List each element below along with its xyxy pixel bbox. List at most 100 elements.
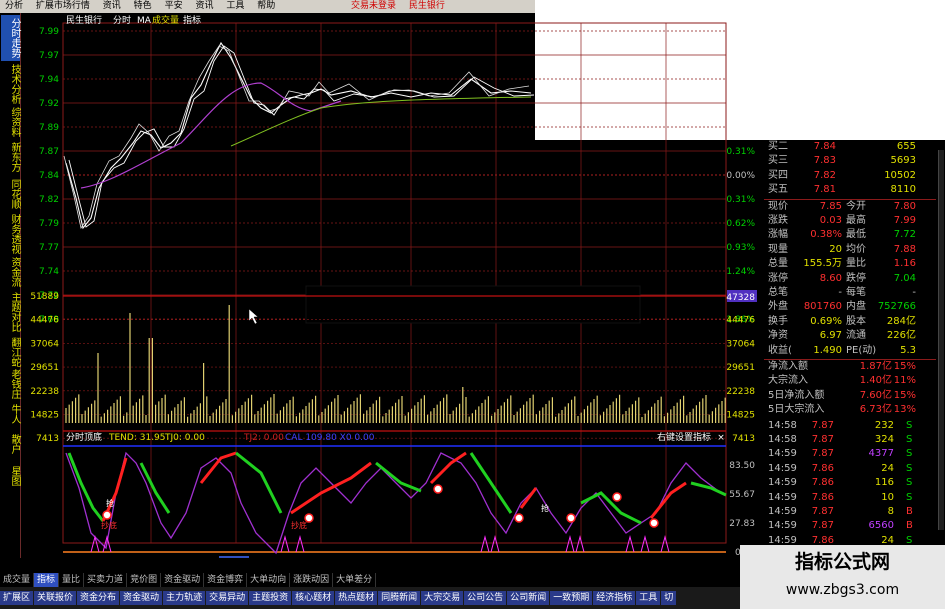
- menu-item[interactable]: 平安: [160, 0, 188, 13]
- buy-label: 抄底: [291, 520, 307, 530]
- watermark: 指标公式网 www.zbgs3.com: [740, 545, 945, 609]
- stat-label: 内盘: [846, 301, 866, 313]
- indicator-tab[interactable]: 涨跌动因: [290, 573, 334, 587]
- stat-value: 155.5万: [803, 258, 842, 270]
- info-tab[interactable]: 热点题材: [335, 591, 378, 605]
- menu-item[interactable]: 资讯: [98, 0, 126, 13]
- info-tab[interactable]: 资金分布: [77, 591, 120, 605]
- trade-price: 7.87: [811, 448, 834, 460]
- indicator-tab[interactable]: 大单动向: [247, 573, 291, 587]
- stat-value: 801760: [803, 301, 842, 313]
- current-volume-value: 47328: [726, 293, 755, 303]
- menu-item[interactable]: 资讯: [190, 0, 218, 13]
- menu-item[interactable]: 分析: [0, 0, 28, 13]
- trade-side: S: [906, 491, 913, 503]
- stat-label: 现量: [768, 243, 788, 255]
- stat-row: 涨幅 0.38% 最低 7.72: [764, 228, 936, 241]
- stock-name-label: 民生银行: [66, 14, 102, 26]
- buy-label: 抄底: [101, 520, 117, 530]
- stat-label: PE(动): [846, 344, 877, 356]
- login-status[interactable]: 交易未登录: [346, 0, 401, 13]
- info-tab[interactable]: 大宗交易: [421, 591, 464, 605]
- volume-tick: 7413: [36, 434, 59, 444]
- info-tab[interactable]: 经济指标: [593, 591, 636, 605]
- menu-item[interactable]: 扩展市场行情: [31, 0, 95, 13]
- intraday-chart-svg[interactable]: 民生银行 分时 MA 成交量 指标 7.99 7.97 7.94 7.92 7.89 7.87 7.8…: [21, 13, 764, 558]
- info-tab[interactable]: 一致预期: [550, 591, 593, 605]
- info-tab[interactable]: 切: [661, 591, 677, 605]
- left-tab[interactable]: 财务透视: [1, 213, 20, 255]
- stat-label: 股本: [846, 315, 866, 327]
- stat-value: -: [912, 287, 916, 298]
- occluding-box: [305, 285, 641, 324]
- indicator-tick: 83.50: [729, 461, 755, 471]
- info-tab[interactable]: 资金驱动: [120, 591, 163, 605]
- flow-value: 1.40亿: [859, 375, 892, 387]
- menu-item[interactable]: 帮助: [252, 0, 280, 13]
- indicator-tab[interactable]: 大单差分: [333, 573, 377, 587]
- indicator-right-menu[interactable]: 右键设置指标: [657, 431, 711, 443]
- info-tab[interactable]: 公司公告: [464, 591, 507, 605]
- indicator-tab[interactable]: 资金博弈: [204, 573, 248, 587]
- bid-price: 7.81: [813, 184, 836, 196]
- bottom-marker: [575, 535, 585, 553]
- flow-label: 5日净流入额: [768, 389, 825, 401]
- ma-label: MA: [137, 16, 152, 26]
- info-tab[interactable]: 工具: [636, 591, 661, 605]
- indicator-tab[interactable]: 买卖力道: [84, 573, 128, 587]
- left-tab[interactable]: 散户: [1, 429, 20, 459]
- left-tab[interactable]: 技术分析: [1, 63, 20, 105]
- left-tab[interactable]: 同花顺: [1, 177, 20, 211]
- indicator-tick: 27.83: [729, 519, 755, 529]
- quote-panel: 买二 7.84 655 买三 7.83 5693 买四 7.82 10502 买五 7.81 8110…: [764, 140, 945, 575]
- info-tab[interactable]: 公司新闻: [507, 591, 550, 605]
- indicator-name: 分时顶底: [66, 431, 102, 443]
- info-tab[interactable]: 主题投资: [249, 591, 292, 605]
- info-tab[interactable]: 核心题材: [292, 591, 335, 605]
- stat-label: 涨幅: [768, 229, 788, 241]
- volume-tick: 51889: [30, 292, 59, 302]
- info-tab[interactable]: 扩展区: [0, 591, 34, 605]
- stat-value: 8.60: [819, 272, 842, 284]
- left-tab[interactable]: 星图: [1, 461, 20, 491]
- left-tab[interactable]: 翻江蛇: [1, 337, 20, 367]
- left-tab[interactable]: 综资料: [1, 107, 20, 137]
- left-tab[interactable]: 主题对比: [1, 289, 20, 335]
- info-tab[interactable]: 交易异动: [206, 591, 249, 605]
- indicator-tab[interactable]: 资金驱动: [161, 573, 205, 587]
- left-tab[interactable]: 牛人: [1, 401, 20, 427]
- info-tab[interactable]: 同腾新闻: [378, 591, 421, 605]
- menu-item[interactable]: 特色: [129, 0, 157, 13]
- volume-tick-right: 29651: [726, 363, 755, 373]
- left-tab[interactable]: 分时走势: [1, 15, 20, 61]
- pct-tick: 0.62%: [726, 219, 755, 229]
- signal-segment: [469, 452, 513, 514]
- left-tab[interactable]: 老钱庄: [1, 369, 20, 399]
- trade-time: 14:59: [768, 491, 797, 503]
- bid-price: 7.84: [813, 141, 836, 152]
- stat-row: 总量 155.5万 量比 1.16: [764, 257, 936, 270]
- indicator-tab[interactable]: 竞价图: [127, 573, 162, 587]
- trade-row: 14:59 7.86 116 S: [764, 476, 936, 489]
- left-tab[interactable]: 资金流: [1, 257, 20, 287]
- close-icon[interactable]: ×: [717, 433, 725, 443]
- flow-percent: 15%: [893, 361, 916, 372]
- volume-tick-right: 14825: [726, 411, 755, 421]
- signal-marker: [102, 510, 112, 520]
- indicator-tab[interactable]: 成交量: [0, 573, 35, 587]
- info-tab[interactable]: 关联报价: [34, 591, 77, 605]
- indicator-tab[interactable]: 指标: [34, 573, 60, 587]
- info-tab[interactable]: 主力轨迹: [163, 591, 206, 605]
- bottom-marker: [280, 535, 290, 553]
- bottom-marker: [660, 535, 670, 553]
- indicator-tab[interactable]: 量比: [59, 573, 85, 587]
- stat-label: 换手: [768, 315, 788, 327]
- trade-row: 14:58 7.87 232 S: [764, 419, 936, 432]
- pct-tick: 0.00%: [726, 171, 755, 181]
- left-tab[interactable]: 新东方: [1, 139, 20, 175]
- price-tick: 7.84: [39, 171, 59, 181]
- stat-value: 752766: [877, 301, 916, 313]
- trade-scrollbar[interactable]: [938, 150, 944, 530]
- flow-row: 5日大宗流入 6.73亿 13%: [764, 403, 936, 416]
- menu-item[interactable]: 工具: [221, 0, 249, 13]
